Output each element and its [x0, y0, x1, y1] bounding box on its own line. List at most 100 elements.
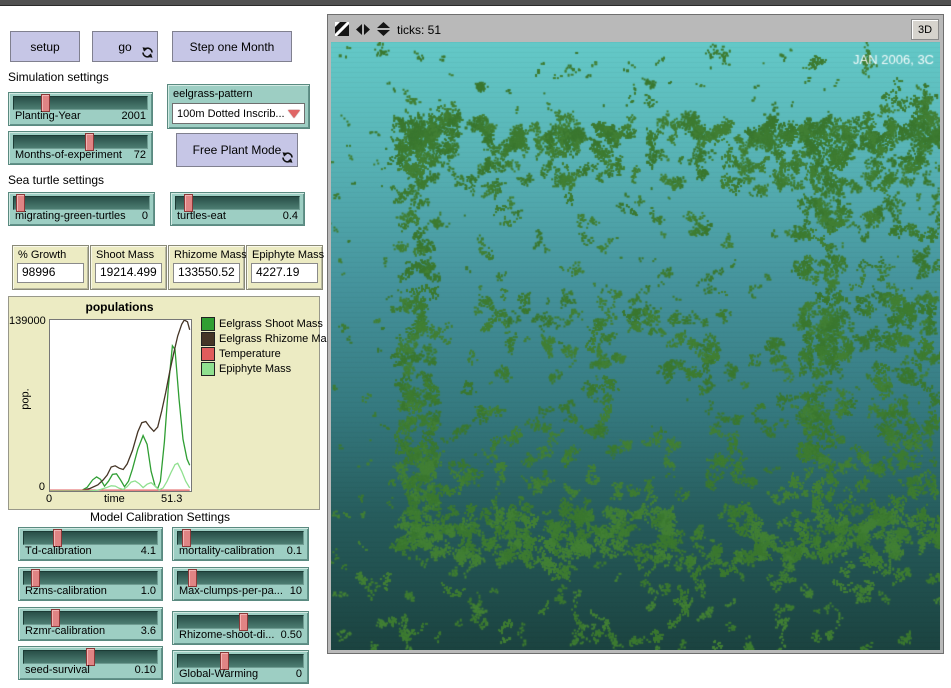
forever-icon — [141, 46, 154, 59]
slider-label: Rzmr-calibration — [25, 625, 105, 637]
slider-label: turtles-eat — [177, 210, 226, 222]
slider-track[interactable] — [23, 571, 158, 585]
chooser-label: eelgrass-pattern — [173, 88, 309, 100]
legend-item: Epiphyte Mass — [201, 362, 291, 376]
x-axis-title: time — [104, 493, 125, 505]
mortality-calibration-slider[interactable]: mortality-calibration 0.1 — [172, 527, 309, 561]
setup-button-label: setup — [30, 40, 59, 54]
3d-button[interactable]: 3D — [911, 19, 939, 40]
step-one-month-label: Step one Month — [190, 40, 275, 54]
slider-track[interactable] — [13, 196, 150, 210]
slider-track[interactable] — [23, 531, 158, 545]
slider-value: 0.50 — [281, 629, 302, 641]
slider-value: 0.1 — [287, 545, 302, 557]
world-view: ticks: 51 3D — [327, 14, 944, 654]
growth-monitor: % Growth 98996 — [12, 245, 89, 290]
slider-value: 4.1 — [141, 545, 156, 557]
go-button-label: go — [118, 40, 131, 54]
slider-label: Rhizome-shoot-di... — [179, 629, 274, 641]
netlogo-window: setup go Step one Month Simulation setti… — [0, 0, 951, 688]
max-clumps-slider[interactable]: Max-clumps-per-pa...10 — [172, 567, 309, 601]
x-axis-max-label: 51.3 — [161, 493, 182, 505]
global-warming-slider[interactable]: Global-Warming0 — [172, 650, 309, 684]
legend-label: Eelgrass Shoot Mass — [219, 318, 323, 330]
rzmr-calibration-slider[interactable]: Rzmr-calibration 3.6 — [18, 607, 163, 641]
simulation-settings-heading: Simulation settings — [8, 70, 109, 84]
sea-turtle-settings-heading: Sea turtle settings — [8, 173, 104, 187]
slider-value: 2001 — [122, 110, 146, 122]
plot-canvas — [49, 319, 192, 492]
legend-item: Eelgrass Rhizome Mass — [201, 332, 338, 346]
slider-track[interactable] — [13, 96, 148, 110]
rhizome-mass-monitor: Rhizome Mass 133550.52 — [168, 245, 245, 290]
world-canvas[interactable] — [331, 42, 940, 650]
slider-label: migrating-green-turtles — [15, 210, 126, 222]
forever-icon — [281, 151, 294, 164]
slider-track[interactable] — [177, 531, 304, 545]
slider-track[interactable] — [177, 654, 304, 668]
slider-label: seed-survival — [25, 664, 90, 676]
monitor-value: 98996 — [17, 263, 84, 283]
legend-label: Eelgrass Rhizome Mass — [219, 333, 338, 345]
epiphyte-mass-monitor: Epiphyte Mass 4227.19 — [246, 245, 323, 290]
y-axis-title: pop. — [20, 388, 32, 409]
eelgrass-pattern-chooser[interactable]: eelgrass-pattern 100m Dotted Inscrib... — [167, 84, 310, 129]
months-of-experiment-slider[interactable]: Months-of-experiment 72 — [8, 131, 153, 165]
legend-swatch-shoot — [201, 317, 215, 331]
origin-icon[interactable] — [335, 22, 349, 36]
slider-value: 0 — [296, 668, 302, 680]
monitor-value: 4227.19 — [251, 263, 318, 283]
step-one-month-button[interactable]: Step one Month — [172, 31, 292, 62]
calibration-settings-heading: Model Calibration Settings — [0, 510, 320, 524]
horizontal-resize-icon[interactable] — [356, 24, 370, 35]
slider-value: 0.10 — [135, 664, 156, 676]
monitor-value: 133550.52 — [173, 263, 240, 283]
slider-label: Months-of-experiment — [15, 149, 122, 161]
td-calibration-slider[interactable]: Td-calibration 4.1 — [18, 527, 163, 561]
free-plant-mode-label: Free Plant Mode — [193, 143, 282, 157]
shoot-mass-monitor: Shoot Mass 19214.499 — [90, 245, 167, 290]
populations-plot: populations 139000 0 pop. 0 time 51.3 Ee… — [8, 296, 320, 510]
chooser-selected-value: 100m Dotted Inscrib... — [177, 108, 285, 120]
legend-label: Temperature — [219, 348, 281, 360]
y-axis-min-label: 0 — [9, 481, 45, 493]
ticks-counter: ticks: 51 — [397, 23, 441, 37]
slider-label: mortality-calibration — [179, 545, 274, 557]
slider-label: Max-clumps-per-pa... — [179, 585, 283, 597]
slider-track[interactable] — [23, 611, 158, 625]
legend-swatch-temperature — [201, 347, 215, 361]
world-view-header: ticks: 51 3D — [331, 18, 940, 42]
rzms-calibration-slider[interactable]: Rzms-calibration1.0 — [18, 567, 163, 601]
monitor-label: Shoot Mass — [96, 249, 166, 261]
chevron-down-icon — [288, 110, 300, 118]
slider-label: Td-calibration — [25, 545, 92, 557]
y-axis-max-label: 139000 — [9, 315, 45, 327]
free-plant-mode-button[interactable]: Free Plant Mode — [176, 133, 298, 167]
monitor-label: Rhizome Mass — [174, 249, 244, 261]
slider-value: 0 — [142, 210, 148, 222]
slider-track[interactable] — [175, 196, 300, 210]
slider-track[interactable] — [13, 135, 148, 149]
plot-title: populations — [49, 300, 190, 314]
setup-button[interactable]: setup — [10, 31, 80, 62]
migrating-green-turtles-slider[interactable]: migrating-green-turtles 0 — [8, 192, 155, 226]
planting-year-slider[interactable]: Planting-Year 2001 — [8, 92, 153, 126]
legend-swatch-epiphyte — [201, 362, 215, 376]
slider-value: 3.6 — [141, 625, 156, 637]
window-top-bar — [0, 0, 951, 6]
turtles-eat-slider[interactable]: turtles-eat0.4 — [170, 192, 305, 226]
legend-item: Temperature — [201, 347, 281, 361]
slider-label: Rzms-calibration — [25, 585, 107, 597]
slider-value: 72 — [134, 149, 146, 161]
x-axis-min-label: 0 — [46, 493, 52, 505]
rhizome-shoot-slider[interactable]: Rhizome-shoot-di... 0.50 — [172, 611, 309, 645]
vertical-resize-icon[interactable] — [377, 22, 390, 36]
slider-label: Planting-Year — [15, 110, 81, 122]
legend-item: Eelgrass Shoot Mass — [201, 317, 323, 331]
seed-survival-slider[interactable]: seed-survival 0.10 — [18, 646, 163, 680]
legend-label: Epiphyte Mass — [219, 363, 291, 375]
legend-swatch-rhizome — [201, 332, 215, 346]
monitor-label: % Growth — [18, 249, 88, 261]
chooser-dropdown[interactable]: 100m Dotted Inscrib... — [172, 103, 305, 124]
go-button[interactable]: go — [92, 31, 158, 62]
